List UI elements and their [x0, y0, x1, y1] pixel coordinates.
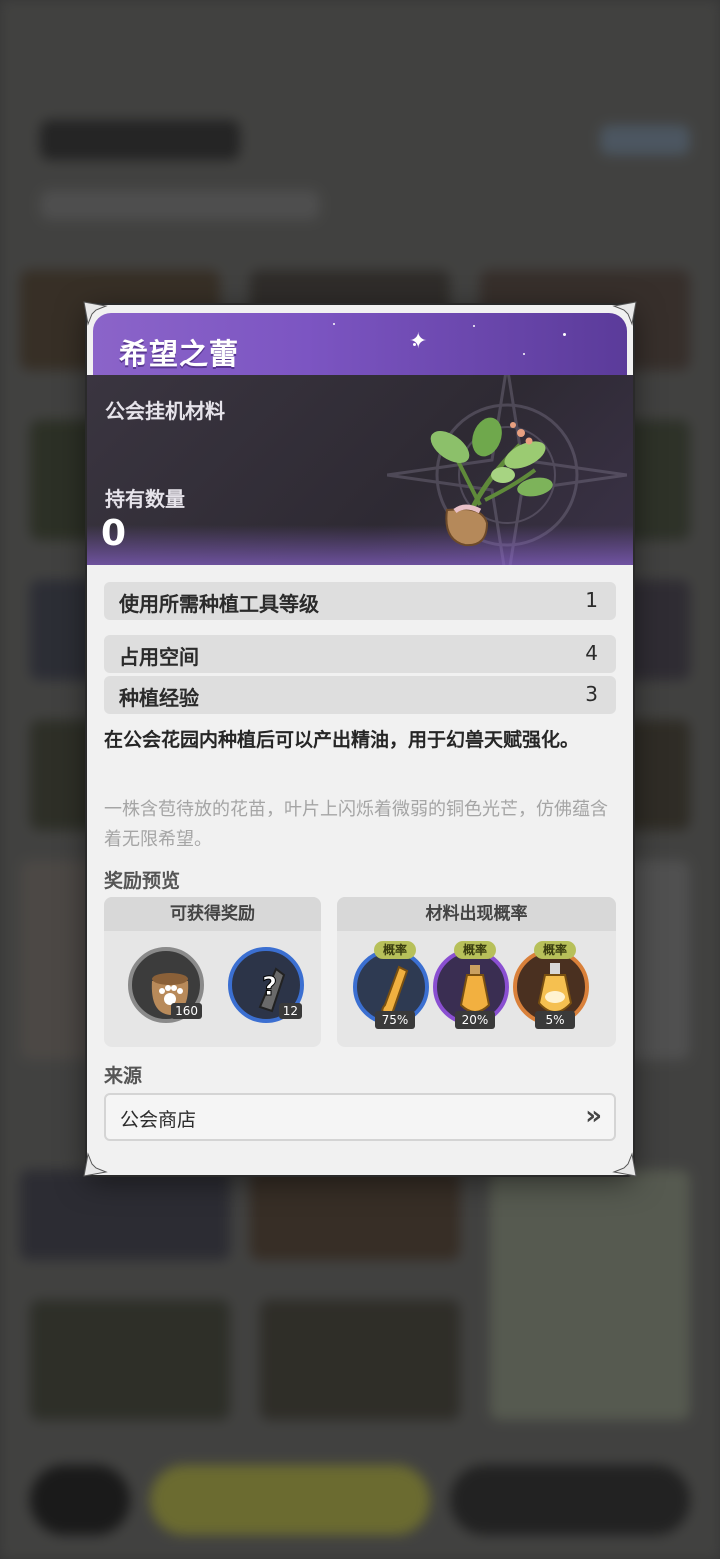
reward-item[interactable]: ? 12 — [228, 947, 304, 1023]
obtainable-rewards-panel: 可获得奖励 160 ? 12 — [104, 897, 321, 1047]
corner-ornament-icon — [82, 1152, 108, 1178]
rate-tag: 概率 — [534, 941, 576, 959]
stat-row: 种植经验 3 — [104, 676, 616, 714]
rate-percent: 75% — [375, 1011, 415, 1029]
item-name: 希望之蕾 — [119, 337, 240, 371]
material-item[interactable]: 概率 75% — [353, 941, 429, 1029]
material-probability-panel: 材料出现概率 概率 75% 概率 20% 概率 5% — [337, 897, 616, 1047]
material-probability-header: 材料出现概率 — [337, 897, 616, 931]
item-flavor-text: 一株含苞待放的花苗，叶片上闪烁着微弱的铜色光芒，仿佛蕴含着无限希望。 — [104, 799, 608, 850]
source-guild-shop-button[interactable]: 公会商店 » — [104, 1093, 616, 1141]
obtainable-rewards-header: 可获得奖励 — [104, 897, 321, 931]
svg-text:?: ? — [262, 972, 277, 1002]
stat-row: 占用空间 4 — [104, 635, 616, 673]
reward-quantity: 160 — [171, 1003, 202, 1019]
item-category: 公会挂机材料 — [105, 399, 225, 423]
title-banner: ✦ 希望之蕾 — [93, 313, 627, 375]
corner-ornament-icon — [82, 300, 108, 326]
material-item[interactable]: 概率 5% — [513, 941, 589, 1029]
double-chevron-right-icon: » — [585, 1101, 602, 1131]
stat-row: 使用所需种植工具等级 1 — [104, 582, 616, 620]
rate-percent: 5% — [535, 1011, 575, 1029]
stat-label: 占用空间 — [119, 645, 199, 669]
corner-ornament-icon — [612, 1152, 638, 1178]
material-item[interactable]: 概率 20% — [433, 941, 509, 1029]
stat-value: 1 — [585, 588, 598, 612]
corner-ornament-icon — [612, 300, 638, 326]
reward-quantity: 12 — [278, 1003, 302, 1019]
rate-percent: 20% — [455, 1011, 495, 1029]
rate-tag: 概率 — [454, 941, 496, 959]
item-header-panel: 公会挂机材料 持有数量 0 — [87, 375, 633, 565]
reward-item[interactable]: 160 — [128, 947, 204, 1023]
rewards-section-label: 奖励预览 — [104, 870, 181, 892]
item-detail-dialog: 公会挂机材料 持有数量 0 ✦ 希望之蕾 使用所需种植工具等级 1 占用空间 4… — [87, 305, 633, 1175]
source-section-label: 来源 — [104, 1065, 143, 1087]
seedling-sack-icon — [430, 417, 553, 547]
stat-label: 使用所需种植工具等级 — [119, 592, 319, 616]
source-label: 公会商店 — [120, 1109, 197, 1131]
stat-value: 3 — [585, 682, 598, 706]
stat-label: 种植经验 — [119, 686, 199, 710]
sparkle-icon: ✦ — [409, 329, 428, 354]
stat-value: 4 — [585, 641, 598, 665]
rate-tag: 概率 — [374, 941, 416, 959]
owned-count-label: 持有数量 — [105, 487, 185, 511]
item-description: 在公会花园内种植后可以产出精油，用于幻兽天赋强化。 — [104, 729, 580, 751]
owned-count-value: 0 — [101, 513, 127, 554]
